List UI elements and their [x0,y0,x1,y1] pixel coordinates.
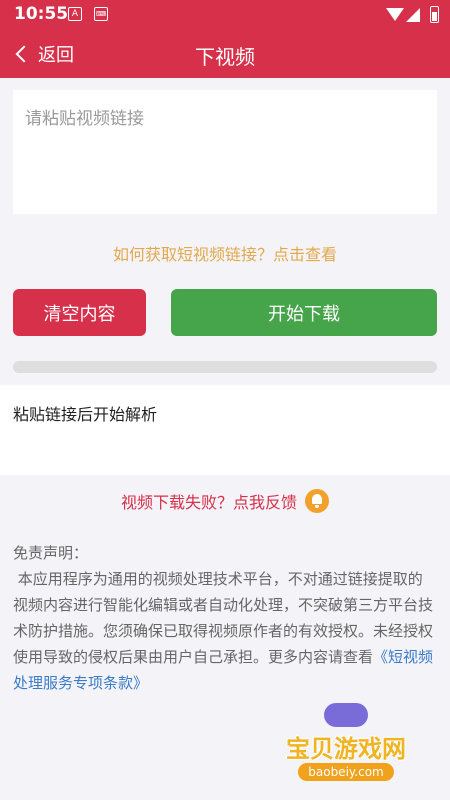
gamepad-icon [324,703,368,727]
status-bar: 10:55 A ⌨ [0,0,450,30]
feedback-link[interactable]: 视频下载失败？点我反馈 [0,487,450,515]
app-bar: 返回 下视频 [0,30,450,78]
disclaimer-body: 本应用程序为通用的视频处理技术平台，不对通过链接提取的视频内容进行智能化编辑或者… [13,570,433,666]
wifi-icon [386,8,404,21]
signal-icon [406,8,420,22]
disclaimer-title: 免责声明： [13,544,89,562]
disclaimer: 免责声明： 本应用程序为通用的视频处理技术平台，不对通过链接提取的视频内容进行智… [13,540,437,696]
watermark-logo: 宝贝游戏网 baobeiy.com [276,703,416,785]
howto-link[interactable]: 如何获取短视频链接？点击查看 [0,241,450,265]
battery-icon [430,6,439,23]
start-download-button[interactable]: 开始下载 [171,289,437,336]
status-time: 10:55 [14,4,69,24]
download-progress-bar [13,361,437,373]
bell-icon [305,489,329,513]
page-title: 下视频 [195,45,255,69]
watermark-url: baobeiy.com [298,763,394,781]
disclaimer-body-text: 本应用程序为通用的视频处理技术平台，不对通过链接提取的视频内容进行智能化编辑或者… [13,570,434,666]
video-link-input[interactable] [13,90,437,214]
status-panel: 粘贴链接后开始解析 [0,385,450,475]
watermark-title: 宝贝游戏网 [286,735,406,763]
clear-button[interactable]: 清空内容 [13,289,146,336]
notification-a-icon: A [68,7,82,21]
status-message: 粘贴链接后开始解析 [13,405,158,424]
feedback-label: 视频下载失败？点我反馈 [120,493,297,512]
keyboard-icon: ⌨ [94,7,108,21]
